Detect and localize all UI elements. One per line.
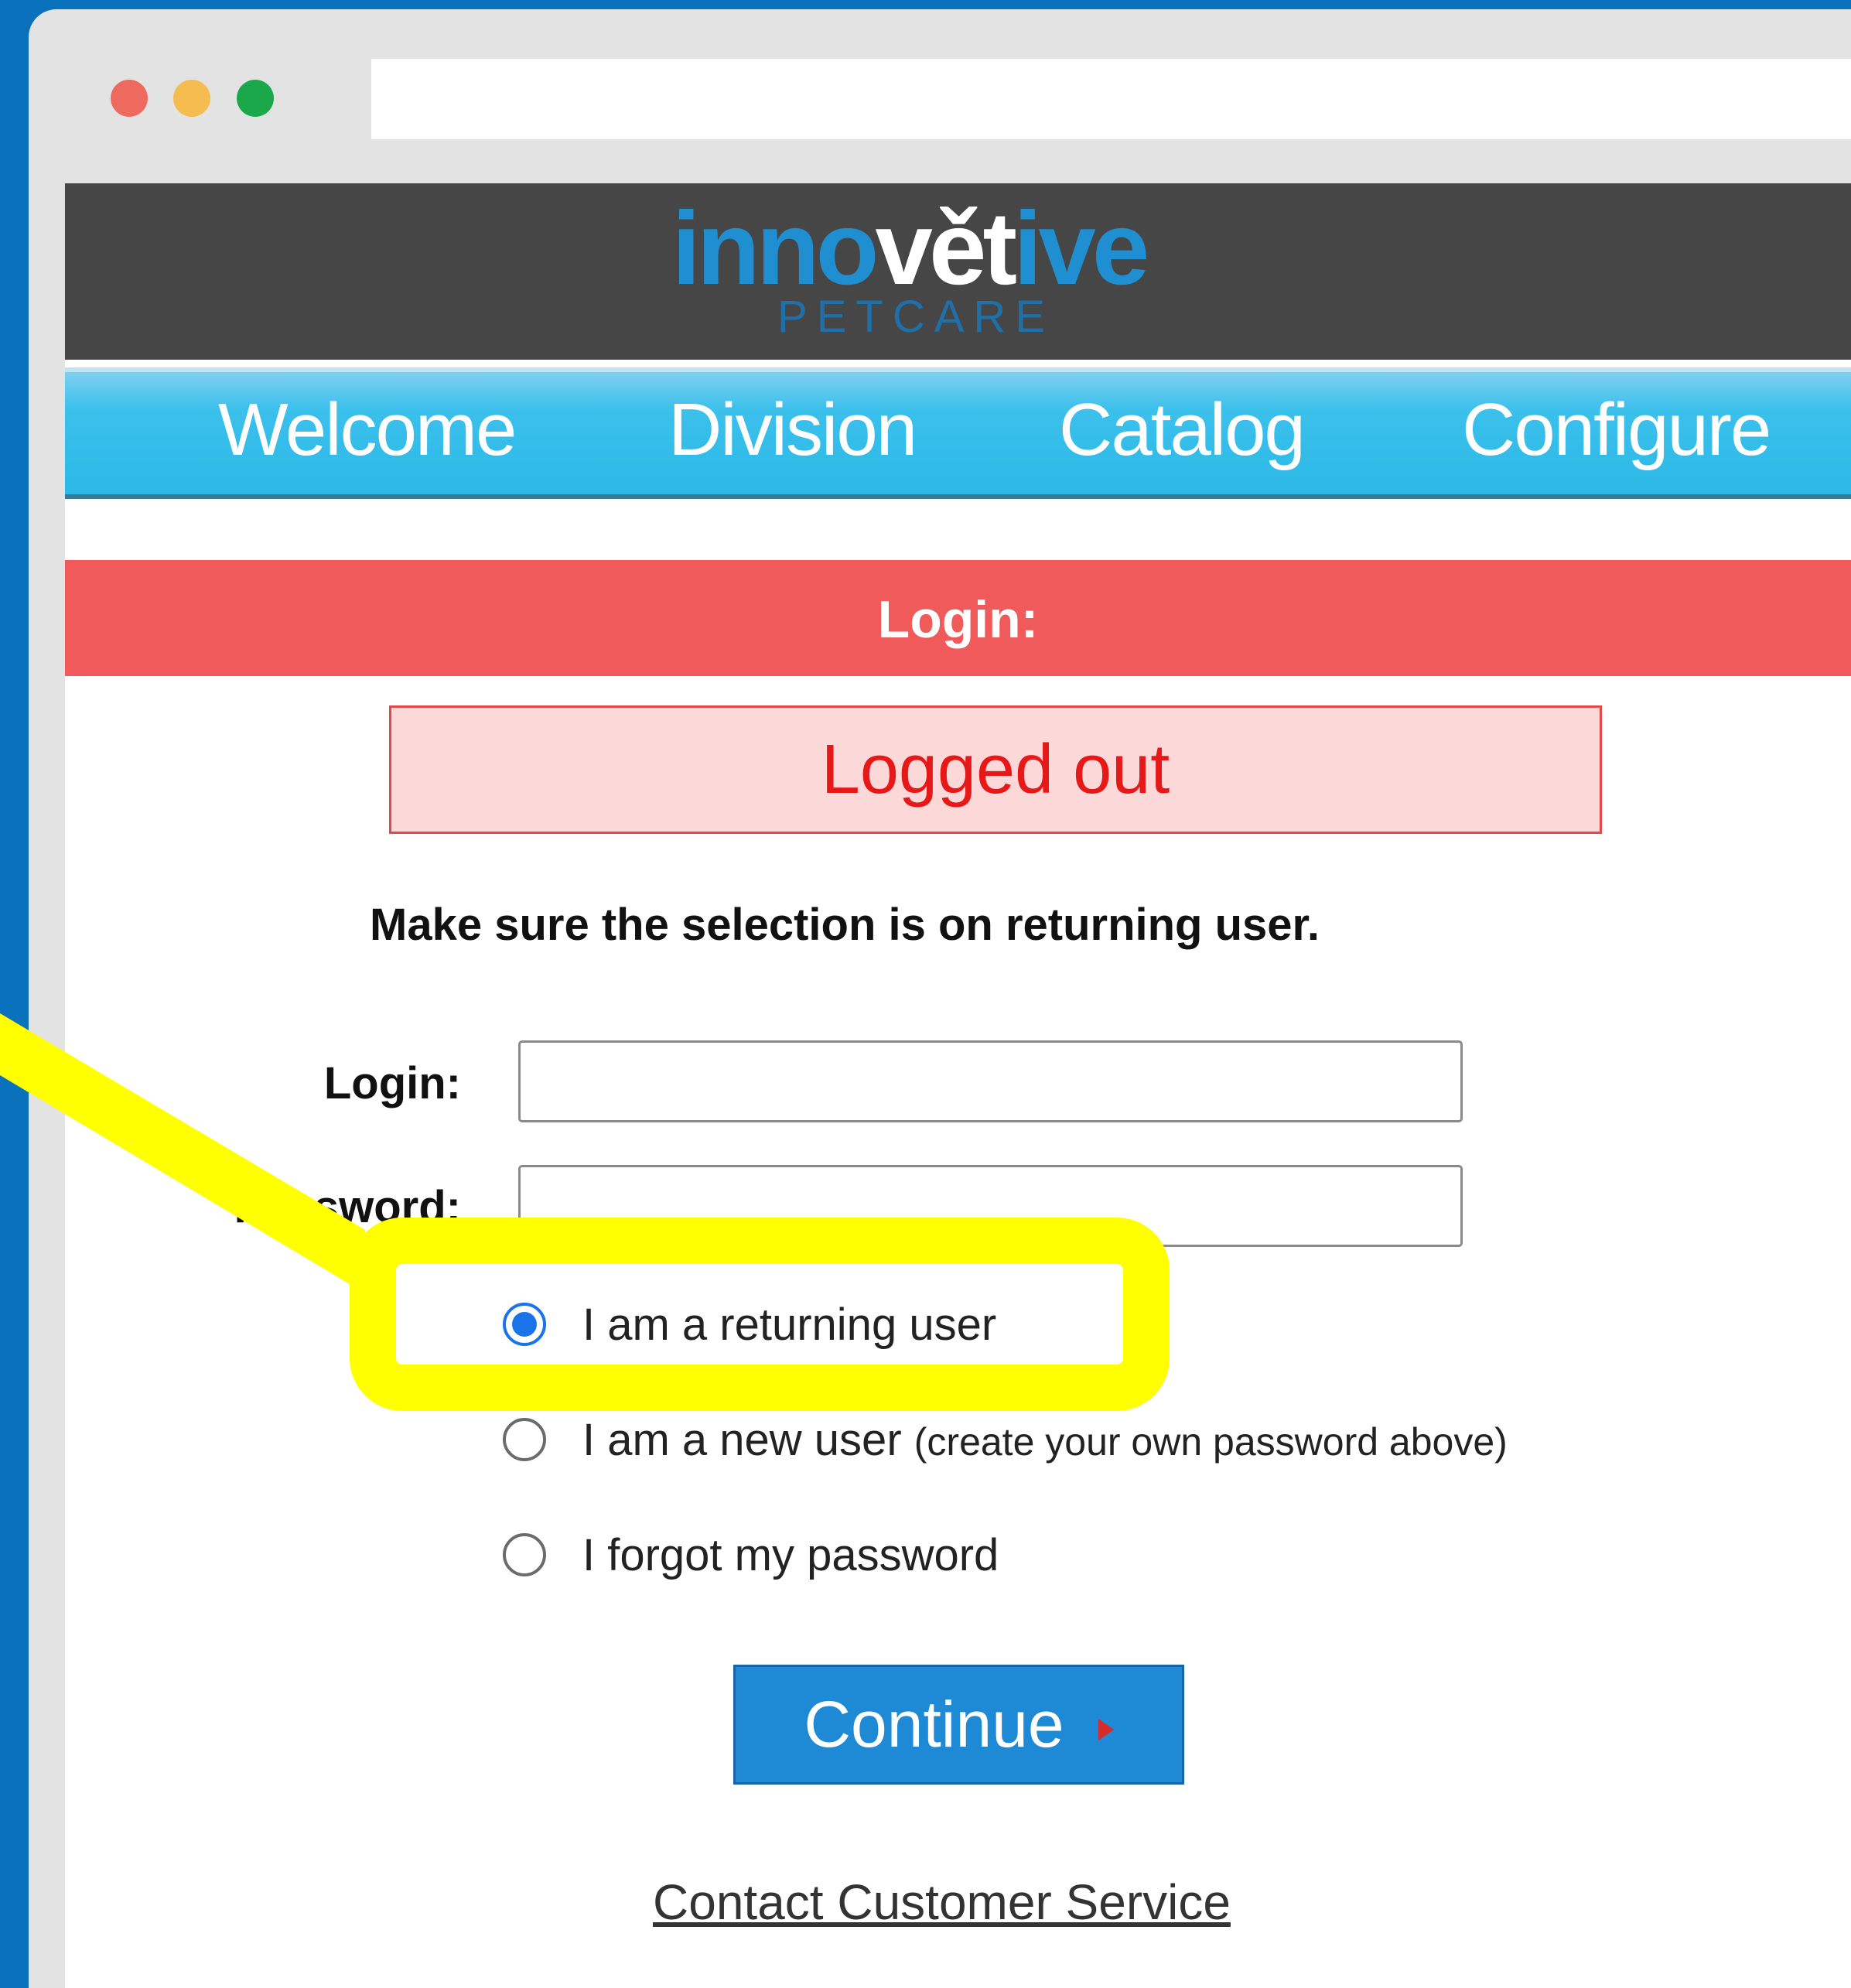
radio-label-new-user: I am a new user (create your own passwor… xyxy=(582,1406,1508,1477)
radio-label-new-user-note: (create your own password above) xyxy=(914,1420,1508,1464)
radio-label-new-user-text: I am a new user xyxy=(582,1415,902,1465)
radio-button-new-user[interactable] xyxy=(503,1418,546,1461)
nav-item-configure[interactable]: Configure xyxy=(1462,372,1771,494)
continue-label: Continue xyxy=(804,1688,1064,1761)
maximize-window-dot[interactable] xyxy=(237,80,274,117)
nav-item-division[interactable]: Division xyxy=(668,372,917,494)
nav-item-welcome[interactable]: Welcome xyxy=(218,372,517,494)
password-label: Password: xyxy=(234,1182,461,1232)
site-header: innovětive PETCARE xyxy=(65,183,1851,360)
web-page: innovětive PETCARE Welcome Division Cata… xyxy=(65,183,1851,1988)
logo-text-mid: vět xyxy=(875,191,1017,306)
continue-button[interactable]: Continue xyxy=(733,1665,1184,1785)
radio-button-forgot[interactable] xyxy=(503,1533,546,1576)
logo-text-left: inno xyxy=(671,191,879,306)
logo-text-right: ive xyxy=(1013,191,1149,306)
status-alert: Logged out xyxy=(389,705,1602,834)
radio-label-forgot: I forgot my password xyxy=(582,1530,999,1580)
main-nav: Welcome Division Catalog Configure xyxy=(65,367,1851,499)
close-window-dot[interactable] xyxy=(111,80,148,117)
instruction-label: Make sure the selection is on returning … xyxy=(370,900,1320,950)
radio-button-returning[interactable] xyxy=(503,1303,546,1346)
login-label: Login: xyxy=(323,1058,461,1108)
minimize-window-dot[interactable] xyxy=(173,80,210,117)
login-banner: Login: xyxy=(65,560,1851,676)
browser-window: innovětive PETCARE Welcome Division Cata… xyxy=(29,9,1851,1988)
arrow-right-icon xyxy=(1098,1718,1114,1740)
password-input[interactable] xyxy=(518,1165,1463,1247)
radio-label-returning: I am a returning user xyxy=(582,1300,997,1350)
logo-subtitle: PETCARE xyxy=(777,292,1054,342)
nav-item-catalog[interactable]: Catalog xyxy=(1059,372,1306,494)
address-bar[interactable] xyxy=(371,59,1851,139)
contact-customer-service-link[interactable]: Contact Customer Service xyxy=(653,1874,1231,1931)
login-input[interactable] xyxy=(518,1040,1463,1122)
